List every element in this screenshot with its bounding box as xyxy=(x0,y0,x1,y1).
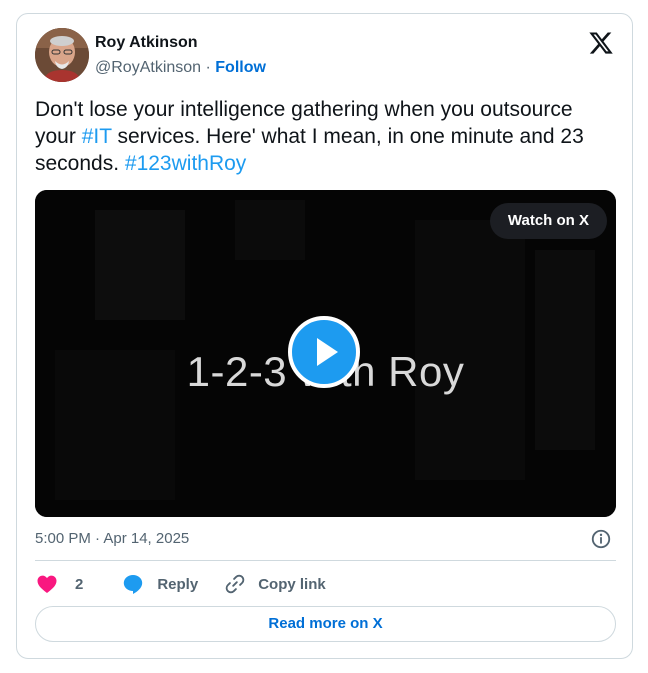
divider xyxy=(35,560,616,561)
avatar[interactable] xyxy=(35,28,89,82)
heart-icon xyxy=(37,575,57,593)
author-name[interactable]: Roy Atkinson xyxy=(95,33,198,53)
watch-on-x-button[interactable]: Watch on X xyxy=(489,203,607,239)
hashtag-link-it[interactable]: #IT xyxy=(82,125,112,148)
like-button[interactable]: 2 xyxy=(35,572,83,596)
follow-link[interactable]: Follow xyxy=(215,59,266,76)
avatar-image xyxy=(35,28,89,82)
tweet-text: Don't lose your intelligence gathering w… xyxy=(35,96,615,177)
action-bar: 2 Reply Copy link xyxy=(35,571,326,597)
copy-link-button[interactable]: Copy link xyxy=(224,573,326,595)
read-more-button[interactable]: Read more on X xyxy=(35,606,616,642)
reply-label: Reply xyxy=(157,575,199,593)
play-button[interactable] xyxy=(288,316,360,388)
x-logo-icon[interactable] xyxy=(588,30,614,56)
copy-link-label: Copy link xyxy=(258,575,326,593)
tweet-timestamp[interactable]: 5:00 PM · Apr 14, 2025 xyxy=(35,529,189,549)
author-handle[interactable]: @RoyAtkinson xyxy=(95,59,201,76)
reply-button[interactable]: Reply xyxy=(121,572,198,596)
tweet-text-part2: services. Here' what I mean, in one minu… xyxy=(35,125,584,175)
like-count: 2 xyxy=(75,575,84,593)
reply-bubble-icon xyxy=(124,575,143,594)
play-icon xyxy=(317,338,338,366)
info-icon[interactable] xyxy=(590,528,612,550)
tweet-embed-card: Roy Atkinson @RoyAtkinson · Follow Don't… xyxy=(16,13,633,659)
link-icon xyxy=(225,574,245,594)
separator-dot: · xyxy=(201,59,216,76)
video-player[interactable]: Watch on X 1-2-3 with Roy xyxy=(35,190,616,517)
hashtag-link-123withroy[interactable]: #123withRoy xyxy=(125,152,246,175)
author-handle-row: @RoyAtkinson · Follow xyxy=(95,58,266,78)
